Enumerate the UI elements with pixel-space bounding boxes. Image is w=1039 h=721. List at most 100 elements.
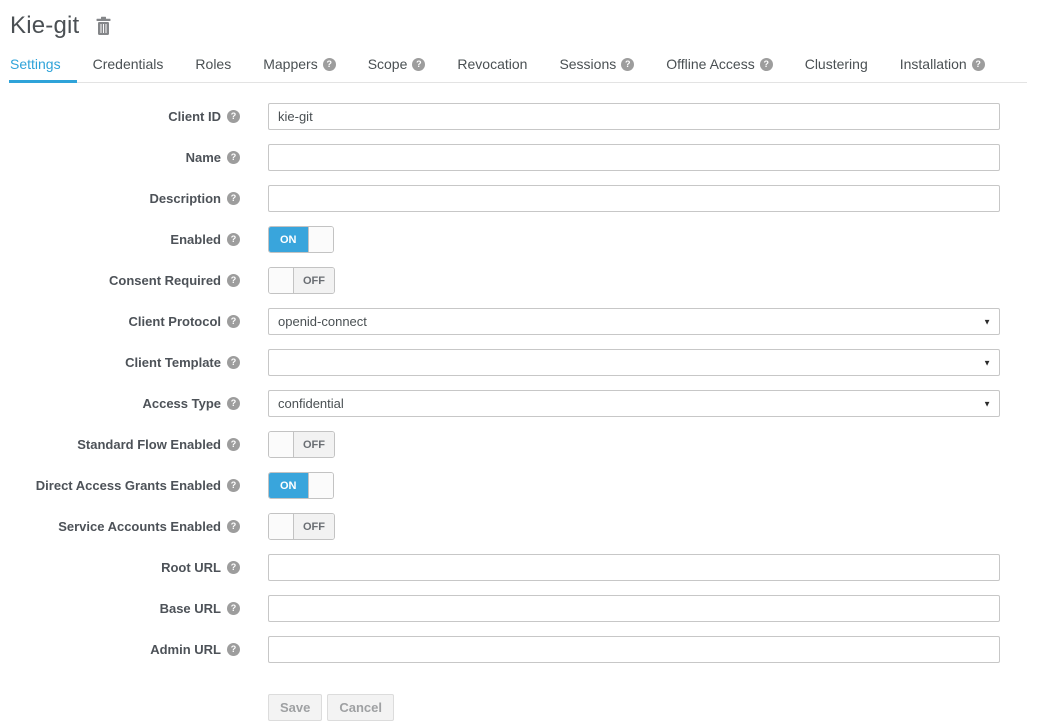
description-input[interactable] [268,185,1000,212]
tab-clustering[interactable]: Clustering [789,50,884,83]
form-row-base-url: Base URL [9,595,1025,622]
tab-sessions[interactable]: Sessions [543,50,650,83]
form-row-client-template: Client Template [9,349,1025,376]
tab-label: Mappers [263,56,317,72]
service-accounts-enabled-label: Service Accounts Enabled [58,519,221,534]
form-row-enabled: Enabled ON OFF [9,226,1025,253]
question-circle-icon[interactable] [227,602,240,615]
form-row-admin-url: Admin URL [9,636,1025,663]
client-id-input[interactable] [268,103,1000,130]
toggle-off-label: OFF [294,268,334,293]
form-row-access-type: Access Type confidential [9,390,1025,417]
client-tabs: Settings Credentials Roles Mappers Scope… [9,50,1027,83]
form-row-client-protocol: Client Protocol openid-connect [9,308,1025,335]
question-circle-icon[interactable] [227,479,240,492]
tab-label: Settings [10,56,61,72]
client-settings-page: Kie-git Settings Cred [0,0,1039,721]
toggle-handle [308,473,333,498]
toggle-handle [308,227,333,252]
direct-access-grants-enabled-label: Direct Access Grants Enabled [36,478,221,493]
toggle-handle [269,432,294,457]
page-header: Kie-git [9,10,1025,50]
enabled-label: Enabled [170,232,221,247]
question-circle-icon[interactable] [227,520,240,533]
tab-label: Sessions [559,56,616,72]
name-label: Name [186,150,221,165]
form-row-service-accounts-enabled: Service Accounts Enabled ON OFF [9,513,1025,540]
form-row-client-id: Client ID [9,103,1025,130]
question-circle-icon[interactable] [227,274,240,287]
question-circle-icon[interactable] [227,233,240,246]
admin-url-input[interactable] [268,636,1000,663]
client-template-label: Client Template [125,355,221,370]
form-row-description: Description [9,185,1025,212]
base-url-input[interactable] [268,595,1000,622]
toggle-off-label: OFF [294,514,334,539]
tab-revocation[interactable]: Revocation [441,50,543,83]
tab-credentials[interactable]: Credentials [77,50,180,83]
toggle-handle [269,268,294,293]
consent-required-toggle[interactable]: ON OFF [268,267,335,294]
consent-required-label: Consent Required [109,273,221,288]
question-circle-icon [972,58,985,71]
tab-label: Installation [900,56,967,72]
name-input[interactable] [268,144,1000,171]
enabled-toggle[interactable]: ON OFF [268,226,334,253]
tab-label: Revocation [457,56,527,72]
tab-label: Roles [195,56,231,72]
question-circle-icon[interactable] [227,110,240,123]
client-protocol-select[interactable]: openid-connect [268,308,1000,335]
direct-access-grants-enabled-toggle[interactable]: ON OFF [268,472,334,499]
client-protocol-label: Client Protocol [129,314,221,329]
question-circle-icon [412,58,425,71]
toggle-handle [269,514,294,539]
standard-flow-enabled-toggle[interactable]: ON OFF [268,431,335,458]
tab-roles[interactable]: Roles [179,50,247,83]
cancel-button[interactable]: Cancel [327,694,394,721]
client-template-select[interactable] [268,349,1000,376]
tab-installation[interactable]: Installation [884,50,1001,83]
question-circle-icon[interactable] [227,315,240,328]
base-url-label: Base URL [160,601,221,616]
question-circle-icon [621,58,634,71]
save-button[interactable]: Save [268,694,322,721]
description-label: Description [149,191,221,206]
question-circle-icon [323,58,336,71]
root-url-label: Root URL [161,560,221,575]
standard-flow-enabled-label: Standard Flow Enabled [77,437,221,452]
question-circle-icon [760,58,773,71]
admin-url-label: Admin URL [150,642,221,657]
question-circle-icon[interactable] [227,356,240,369]
toggle-on-label: ON [269,473,308,498]
toggle-off-label: OFF [294,432,334,457]
toggle-on-label: ON [269,227,308,252]
form-row-name: Name [9,144,1025,171]
form-row-consent-required: Consent Required ON OFF [9,267,1025,294]
tab-label: Scope [368,56,408,72]
tab-label: Clustering [805,56,868,72]
form-row-root-url: Root URL [9,554,1025,581]
question-circle-icon[interactable] [227,643,240,656]
question-circle-icon[interactable] [227,438,240,451]
question-circle-icon[interactable] [227,561,240,574]
select-value: openid-connect [278,314,367,329]
access-type-label: Access Type [142,396,221,411]
question-circle-icon[interactable] [227,397,240,410]
form-row-actions: Save Cancel [9,677,1025,721]
page-title: Kie-git [10,12,79,40]
tab-offline-access[interactable]: Offline Access [650,50,788,83]
question-circle-icon[interactable] [227,192,240,205]
root-url-input[interactable] [268,554,1000,581]
tab-label: Credentials [93,56,164,72]
tab-settings[interactable]: Settings [9,50,77,83]
form-row-standard-flow-enabled: Standard Flow Enabled ON OFF [9,431,1025,458]
client-id-label: Client ID [168,109,221,124]
access-type-select[interactable]: confidential [268,390,1000,417]
question-circle-icon[interactable] [227,151,240,164]
client-settings-form: Client ID Name Description Enabled ON OF… [9,103,1025,721]
tab-scope[interactable]: Scope [352,50,442,83]
delete-client-button[interactable] [94,16,113,36]
tab-mappers[interactable]: Mappers [247,50,351,83]
select-value: confidential [278,396,344,411]
service-accounts-enabled-toggle[interactable]: ON OFF [268,513,335,540]
